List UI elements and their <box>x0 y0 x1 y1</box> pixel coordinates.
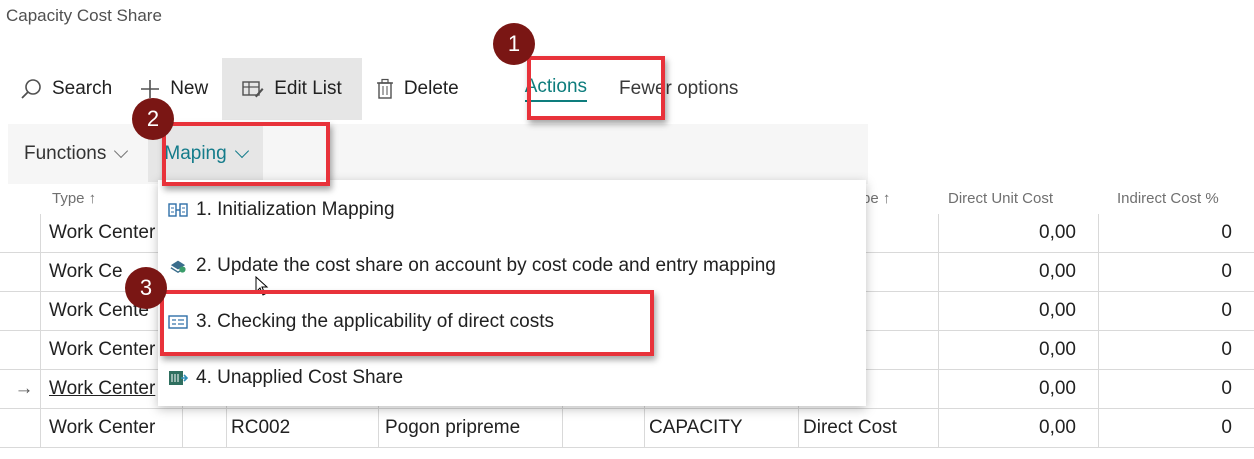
edit-list-button[interactable]: Edit List <box>222 58 362 120</box>
menu-item-initialization-mapping[interactable]: 1. Initialization Mapping <box>158 182 866 238</box>
new-label: New <box>170 78 209 99</box>
plus-icon <box>141 80 160 98</box>
search-label: Search <box>52 78 113 99</box>
functions-menu[interactable]: Functions <box>8 126 142 182</box>
cell-direct-unit-cost[interactable]: 0,00 <box>938 409 1098 448</box>
table-row[interactable]: Work Center RC002 Pogon pripreme CAPACITY Di… <box>0 409 1254 448</box>
cell-indirect-cost[interactable]: 0 <box>1098 370 1254 409</box>
search-button[interactable]: Search <box>8 58 126 120</box>
highlight-actions <box>527 56 665 120</box>
chevron-down-icon <box>114 143 129 159</box>
cell-blank[interactable] <box>182 409 226 448</box>
unapplied-icon <box>169 371 188 385</box>
cell-blank[interactable] <box>562 409 644 448</box>
row-indicator[interactable] <box>8 292 40 331</box>
row-indicator[interactable] <box>8 409 40 448</box>
cell-type[interactable]: Work Center <box>40 409 182 448</box>
cell-indirect-cost[interactable]: 0 <box>1098 214 1254 253</box>
cell-indirect-cost[interactable]: 0 <box>1098 409 1254 448</box>
cell-code[interactable]: RC002 <box>226 409 378 448</box>
edit-list-label: Edit List <box>274 78 342 99</box>
cell-indirect-cost[interactable]: 0 <box>1098 253 1254 292</box>
cell-name[interactable]: Pogon pripreme <box>378 409 562 448</box>
row-indicator[interactable] <box>8 253 40 292</box>
menu-item-unapplied-cost-share[interactable]: 4. Unapplied Cost Share <box>158 350 866 406</box>
cell-direct-unit-cost[interactable]: 0,00 <box>938 214 1098 253</box>
row-indicator[interactable]: → <box>8 370 40 409</box>
delete-button[interactable]: Delete <box>362 58 473 120</box>
cell-cost-type[interactable]: Direct Cost <box>798 409 938 448</box>
cell-direct-unit-cost[interactable]: 0,00 <box>938 331 1098 370</box>
edit-list-icon <box>242 81 264 98</box>
delete-label: Delete <box>403 78 459 99</box>
step-badge-1: 1 <box>493 23 535 65</box>
column-header-direct-unit-cost[interactable]: Direct Unit Cost <box>948 190 1053 207</box>
mapping-icon <box>168 203 188 217</box>
highlight-menu-item-3 <box>160 290 654 356</box>
menu-item-label: 4. Unapplied Cost Share <box>196 367 404 388</box>
step-badge-3: 3 <box>125 267 167 309</box>
cell-capacity[interactable]: CAPACITY <box>644 409 798 448</box>
trash-icon <box>376 78 393 99</box>
update-icon <box>170 260 186 274</box>
cell-direct-unit-cost[interactable]: 0,00 <box>938 292 1098 331</box>
menu-item-label: 1. Initialization Mapping <box>196 199 395 220</box>
row-indicator[interactable] <box>8 214 40 253</box>
cell-indirect-cost[interactable]: 0 <box>1098 292 1254 331</box>
step-badge-2: 2 <box>132 98 174 140</box>
cell-direct-unit-cost[interactable]: 0,00 <box>938 253 1098 292</box>
column-header-type[interactable]: Type ↑ <box>52 190 96 207</box>
column-header-indirect-cost[interactable]: Indirect Cost % <box>1117 190 1219 207</box>
cell-direct-unit-cost[interactable]: 0,00 <box>938 370 1098 409</box>
page-title: Capacity Cost Share <box>6 6 162 25</box>
cell-indirect-cost[interactable]: 0 <box>1098 331 1254 370</box>
column-header-cost-type[interactable]: pe ↑ <box>862 190 890 207</box>
highlight-maping <box>162 122 330 186</box>
functions-label: Functions <box>24 143 107 164</box>
search-icon <box>21 79 41 99</box>
row-indicator[interactable] <box>8 331 40 370</box>
menu-item-label: 2. Update the cost share on account by c… <box>196 255 776 276</box>
